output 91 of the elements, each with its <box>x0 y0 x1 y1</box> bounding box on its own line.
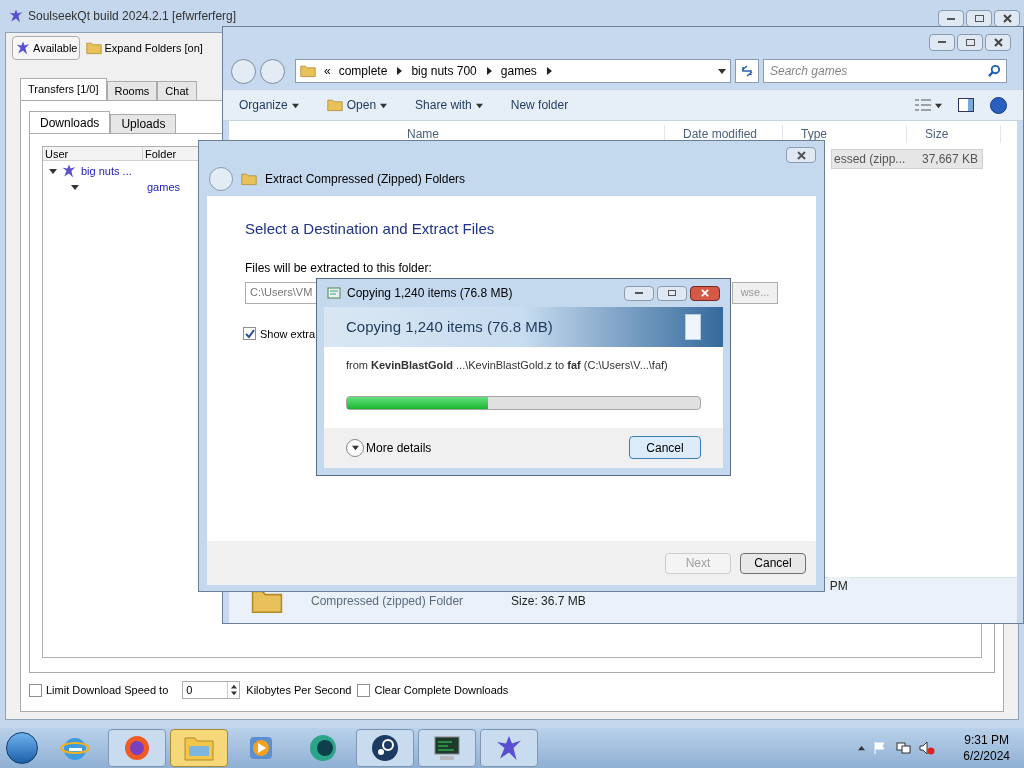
column-header[interactable]: User <box>43 147 143 160</box>
expander-icon[interactable] <box>49 167 57 175</box>
toolbar-button[interactable]: Share with <box>415 96 483 114</box>
user-name[interactable]: big nuts ... <box>81 162 132 180</box>
search-field[interactable]: Search games <box>763 59 1007 83</box>
dialog-title: Copying 1,240 items (76.8 MB) <box>347 285 513 302</box>
x-icon <box>796 150 806 160</box>
details-size: Size: 36.7 MB <box>511 592 586 610</box>
cancel-button[interactable]: Cancel <box>629 436 701 460</box>
document-icon <box>685 314 701 340</box>
chevron-icon <box>395 67 404 75</box>
breadcrumb[interactable]: games <box>500 62 537 80</box>
view-icon[interactable] <box>915 99 942 111</box>
dialog-heading: Copying 1,240 items (76.8 MB) <box>346 316 553 337</box>
caret-icon <box>71 183 79 191</box>
copy-icon <box>327 287 341 299</box>
checkbox[interactable] <box>29 683 42 697</box>
tab[interactable]: Transfers [1/0] <box>20 78 107 100</box>
tab[interactable]: Uploads <box>110 114 177 133</box>
close-button[interactable] <box>786 147 816 163</box>
maximize-button[interactable] <box>657 285 687 301</box>
dialog-heading: Select a Destination and Extract Files <box>245 219 496 239</box>
folder-name[interactable]: games <box>147 178 181 196</box>
file-size: 37,667 KB <box>921 151 979 168</box>
refresh-icon[interactable] <box>735 59 759 83</box>
preview-pane-icon[interactable] <box>958 98 974 112</box>
taskbar-app[interactable] <box>418 729 476 767</box>
breadcrumb[interactable]: « <box>324 62 331 80</box>
minimize-button[interactable] <box>929 33 955 51</box>
clock-date[interactable]: 6/2/2024 <box>963 748 1010 764</box>
tab[interactable]: Rooms <box>106 81 158 100</box>
toolbar-button[interactable]: Open <box>326 96 388 114</box>
checkbox-label: Clear Complete Downloads <box>374 682 509 698</box>
status-button[interactable]: Available <box>12 36 81 60</box>
caret-icon <box>858 744 866 752</box>
play-icon <box>247 734 275 762</box>
taskbar-app[interactable] <box>356 729 414 767</box>
checkbox-label: Show extra <box>260 326 316 342</box>
expander-icon[interactable] <box>71 183 79 191</box>
caret-icon <box>351 444 359 452</box>
maximize-button[interactable] <box>957 33 983 51</box>
more-details-button[interactable]: More details <box>346 438 432 457</box>
file-type: essed (zipp... <box>833 151 907 168</box>
close-button[interactable] <box>985 33 1011 51</box>
search-icon <box>988 64 1001 77</box>
breadcrumb[interactable]: big nuts 700 <box>411 62 477 80</box>
caret-icon <box>49 167 57 175</box>
steam-icon <box>370 733 400 763</box>
column-header[interactable]: Size <box>907 125 1001 143</box>
folder-icon <box>183 734 215 762</box>
checkbox[interactable] <box>357 683 371 697</box>
chevron-icon <box>484 67 493 75</box>
minimize-button[interactable] <box>624 285 654 301</box>
speed-spinbox[interactable]: 0 <box>182 681 241 699</box>
close-button[interactable] <box>690 285 720 301</box>
field-label: Files will be extracted to this folder: <box>245 259 433 277</box>
taskbar-app[interactable] <box>108 729 166 767</box>
muted-speaker-icon[interactable] <box>919 741 936 755</box>
caret-icon <box>291 101 299 109</box>
window-title: SoulseekQt build 2024.2.1 [efwrferferg] <box>28 8 237 25</box>
x-icon <box>701 289 709 297</box>
folder-icon <box>300 63 316 79</box>
dialog-title: Extract Compressed (Zipped) Folders <box>265 171 466 188</box>
checkbox[interactable] <box>243 327 256 341</box>
address-bar[interactable]: « complete big nuts 700 games <box>295 59 731 83</box>
monitor-icon <box>432 734 462 762</box>
tab[interactable]: Chat <box>157 81 197 100</box>
unit-label: Kilobytes Per Second <box>246 682 352 698</box>
expand-folders-button[interactable]: Expand Folders [on] <box>84 36 205 60</box>
details-type: Compressed (zipped) Folder <box>311 592 464 610</box>
network-icon[interactable] <box>895 741 912 755</box>
folder-icon <box>86 40 103 56</box>
taskbar-app[interactable] <box>480 729 538 767</box>
folder-icon <box>241 171 257 187</box>
folder-icon <box>326 97 343 113</box>
file-row[interactable]: essed (zipp... 37,667 KB <box>831 149 983 169</box>
tab[interactable]: Downloads <box>29 111 111 133</box>
caret-icon <box>935 101 942 109</box>
x-icon <box>993 37 1003 47</box>
toolbar-button[interactable]: Organize <box>239 96 299 114</box>
chevron-icon <box>544 67 553 75</box>
x-icon <box>1002 14 1012 23</box>
caret-icon <box>380 101 388 109</box>
toolbar-button[interactable]: New folder <box>510 96 569 114</box>
caret-icon <box>475 101 483 109</box>
checkbox-label: Limit Download Speed to <box>46 682 169 698</box>
copy-detail: from KevinBlastGold ...\KevinBlastGold.z to faf (C:\Users\V...\faf) <box>345 358 669 373</box>
clock-time[interactable]: 9:31 PM <box>964 732 1009 748</box>
caret-icon <box>718 67 726 75</box>
cancel-button[interactable]: Cancel <box>740 552 806 574</box>
breadcrumb[interactable]: complete <box>338 62 388 80</box>
